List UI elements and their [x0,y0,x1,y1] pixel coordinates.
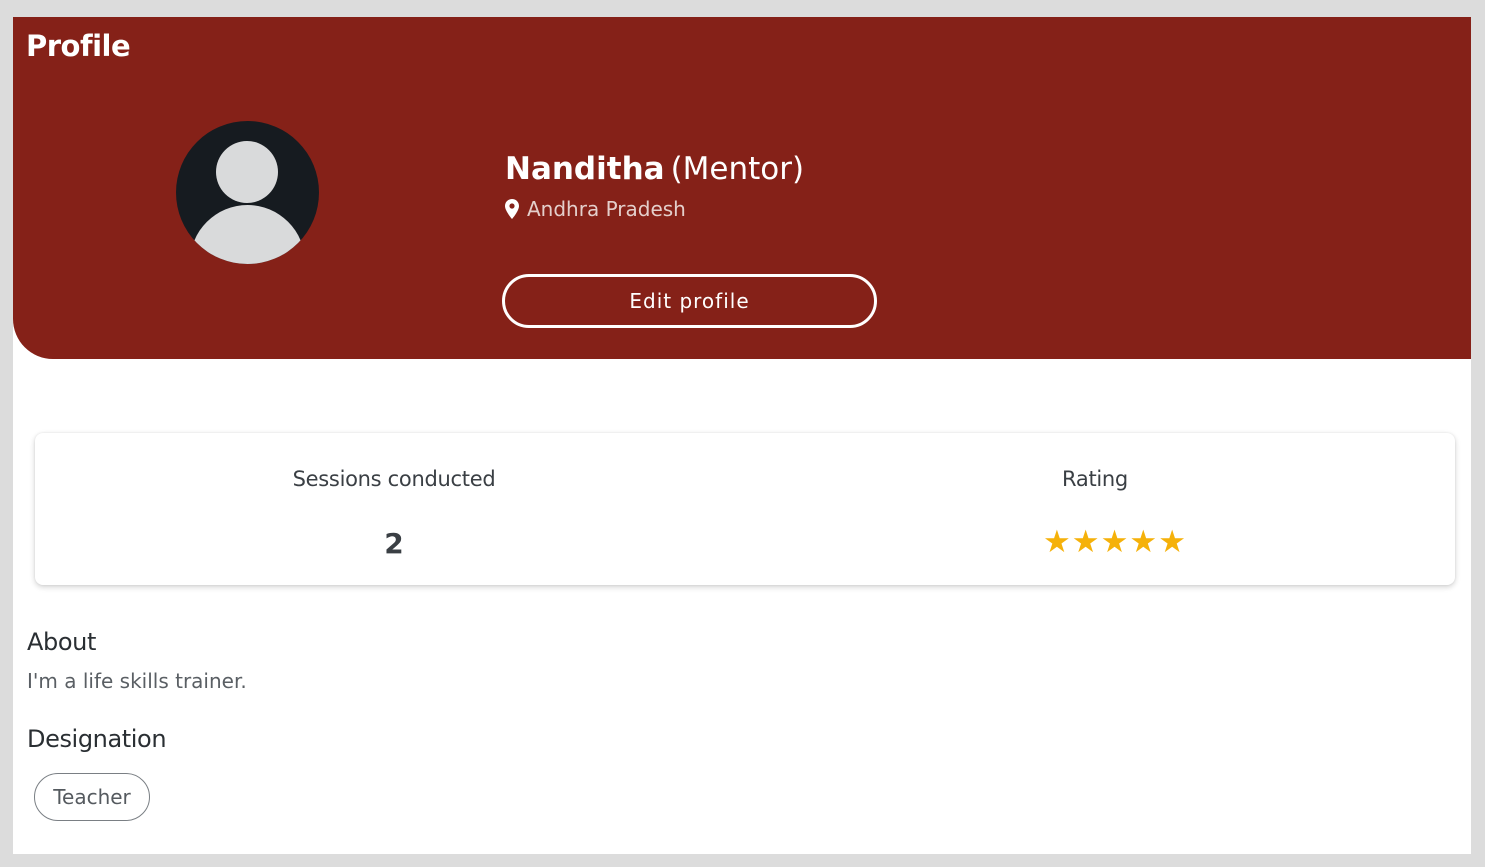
location-pin-icon [505,199,519,219]
person-avatar-icon [176,121,319,264]
profile-name: Nanditha [505,151,665,187]
profile-page: Profile Nanditha (Mentor) Andhra Pradesh … [13,17,1471,854]
star-icon: ★ [1129,524,1158,560]
rating-label: Rating [1062,467,1128,491]
about-title: About [27,628,96,656]
page-title: Profile [26,29,131,63]
profile-location: Andhra Pradesh [505,197,686,221]
star-icon: ★ [1158,524,1186,560]
avatar-body [190,205,305,264]
avatar-head [216,141,278,203]
edit-profile-button[interactable]: Edit profile [502,274,877,328]
stats-card: Sessions conducted 2 Rating ★ ★ ★ ★ ★ [35,433,1455,585]
location-text: Andhra Pradesh [527,197,686,221]
star-icon: ★ [1043,524,1071,560]
profile-role: (Mentor) [670,151,805,187]
designation-title: Designation [27,725,167,753]
about-text: I'm a life skills trainer. [27,669,247,693]
star-icon: ★ [1071,524,1100,560]
profile-name-line: Nanditha (Mentor) [505,151,804,187]
rating-stars: ★ ★ ★ ★ ★ [1043,527,1186,558]
profile-header: Profile Nanditha (Mentor) Andhra Pradesh … [13,17,1471,359]
designation-chip: Teacher [34,773,150,821]
star-icon: ★ [1100,524,1129,560]
sessions-conducted-value: 2 [384,527,404,560]
sessions-conducted-label: Sessions conducted [292,467,496,491]
